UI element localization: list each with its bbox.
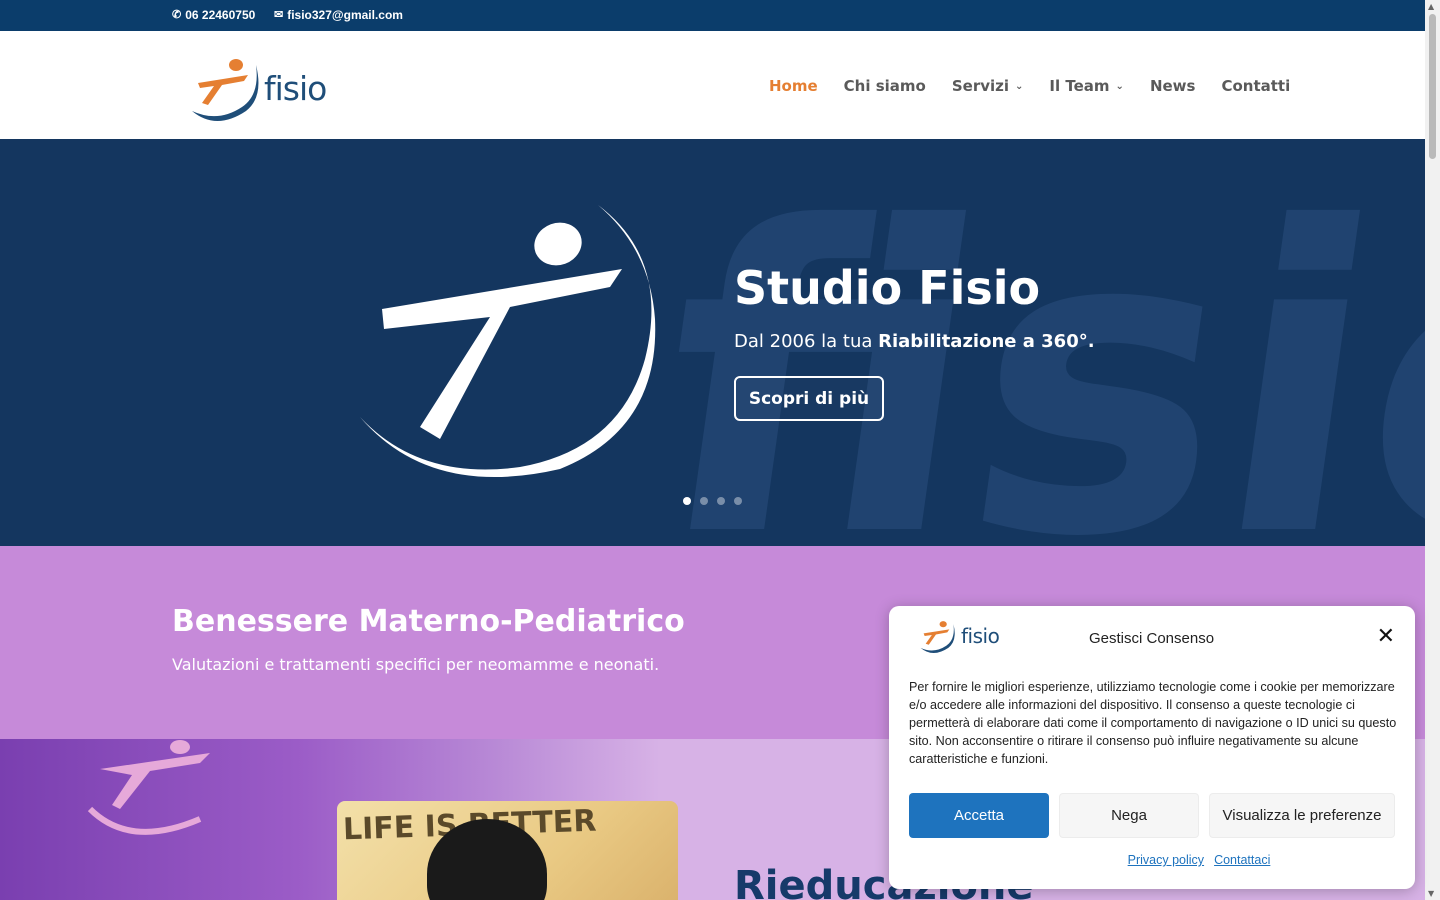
hero-emblem-icon	[360, 205, 656, 478]
phone-number[interactable]: 06 22460750	[185, 8, 255, 22]
cookie-consent-modal: fisio Gestisci Consenso ✕ Per fornire le…	[889, 606, 1415, 889]
email-address[interactable]: fisio327@gmail.com	[287, 8, 403, 22]
scrollbar-thumb[interactable]	[1429, 14, 1436, 159]
envelope-icon: ✉	[274, 8, 284, 21]
nav-servizi-label[interactable]: Servizi	[952, 77, 1009, 95]
band-title: Benessere Materno-Pediatrico	[172, 604, 685, 639]
slider-dot-2[interactable]	[700, 497, 708, 505]
scopri-di-piu-button[interactable]: Scopri di più	[734, 376, 884, 421]
modal-title: Gestisci Consenso	[1089, 630, 1215, 647]
chevron-down-icon[interactable]: ⌄	[1116, 81, 1124, 92]
nav-chi-siamo-label[interactable]: Chi siamo	[844, 77, 926, 95]
phone-icon: ✆	[172, 8, 182, 21]
logo-emblem-icon	[192, 59, 259, 121]
scroll-down-icon[interactable]: ▼	[1428, 889, 1434, 898]
band-subtitle: Valutazioni e trattamenti specifici per …	[172, 655, 660, 674]
view-preferences-button[interactable]: Visualizza le preferenze	[1209, 793, 1395, 838]
logo-emblem-icon	[920, 621, 955, 653]
slider-dot-1[interactable]	[683, 497, 691, 505]
privacy-policy-link[interactable]: Privacy policy	[1128, 853, 1204, 867]
slider-dot-3[interactable]	[717, 497, 725, 505]
hero-subtitle-bold: Riabilitazione a 360°.	[878, 331, 1095, 352]
scroll-up-icon[interactable]: ▲	[1428, 2, 1434, 11]
shirt-logo-icon	[87, 740, 210, 835]
hero-subtitle: Dal 2006 la tua Riabilitazione a 360°.	[734, 331, 1095, 352]
hero-background-image: fisio	[0, 139, 1425, 546]
nav-il-team[interactable]: Il Team ⌄	[1049, 77, 1124, 95]
chevron-down-icon[interactable]: ⌄	[1015, 81, 1023, 92]
logo-wordmark: fisio	[264, 68, 327, 108]
page-scrollbar[interactable]: ▲ ▼	[1425, 0, 1440, 900]
slider-dot-4[interactable]	[734, 497, 742, 505]
site-logo[interactable]: fisio	[186, 53, 336, 123]
hero-title: Studio Fisio	[734, 261, 1041, 315]
top-bar: ✆ 06 22460750 ✉ fisio327@gmail.com	[0, 0, 1425, 31]
main-nav: Home Chi siamo Servizi ⌄ Il Team ⌄ News Co…	[769, 77, 1290, 95]
nav-chi-siamo[interactable]: Chi siamo	[844, 77, 926, 95]
modal-logo-wordmark: fisio	[961, 624, 1000, 648]
accept-button[interactable]: Accetta	[909, 793, 1049, 838]
nav-home[interactable]: Home	[769, 77, 818, 95]
close-icon[interactable]: ✕	[1377, 626, 1395, 648]
hero-subtitle-prefix: Dal 2006 la tua	[734, 331, 879, 352]
site-header: fisio Home Chi siamo Servizi ⌄ Il Team ⌄ N…	[0, 31, 1425, 139]
email-contact[interactable]: ✉ fisio327@gmail.com	[274, 8, 403, 22]
nav-contatti-label[interactable]: Contatti	[1221, 77, 1290, 95]
therapy-photo-card: LIFE IS BETTER	[337, 801, 678, 900]
hero-slider: fisio Studio Fisio Dal 2006 la tua Riabi…	[0, 139, 1425, 546]
nav-news[interactable]: News	[1150, 77, 1196, 95]
contact-link[interactable]: Contattaci	[1214, 853, 1270, 867]
nav-news-label[interactable]: News	[1150, 77, 1196, 95]
deny-button[interactable]: Nega	[1059, 793, 1199, 838]
phone-contact[interactable]: ✆ 06 22460750	[172, 8, 255, 22]
slider-dots	[683, 497, 742, 505]
consent-text: Per fornire le migliori esperienze, util…	[909, 680, 1397, 766]
modal-logo: fisio	[915, 618, 1011, 654]
nav-servizi[interactable]: Servizi ⌄	[952, 77, 1024, 95]
nav-il-team-label[interactable]: Il Team	[1049, 77, 1109, 95]
nav-contatti[interactable]: Contatti	[1221, 77, 1290, 95]
modal-links: Privacy policy Contattaci	[889, 853, 1440, 867]
nav-home-label[interactable]: Home	[769, 77, 818, 95]
